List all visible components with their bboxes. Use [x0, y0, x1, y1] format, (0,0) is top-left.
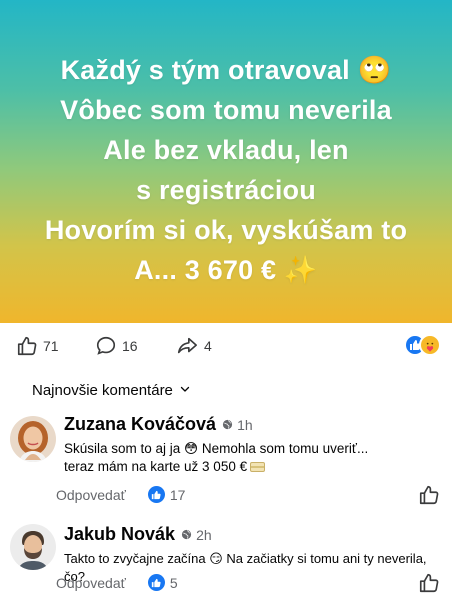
avatar[interactable] [10, 416, 56, 462]
comment-actions: Odpovedať 5 [56, 574, 178, 591]
post-line-2: Vôbec som tomu neverila [60, 95, 392, 125]
comment-bubble-icon [95, 335, 117, 357]
post-line-5: Hovorím si ok, vyskúšam to [44, 215, 408, 245]
comment-sort-dropdown[interactable]: Najnovšie komentáre [32, 382, 191, 399]
like-icon [147, 574, 165, 591]
comment-meta: 2h [181, 527, 212, 543]
comment-count: 16 [122, 338, 138, 354]
thumbs-up-icon [16, 335, 38, 357]
comment-like-button[interactable] [418, 484, 440, 511]
credit-card-icon [250, 462, 266, 472]
comment-likes[interactable]: 5 [147, 574, 178, 591]
comment-time[interactable]: 1h [237, 417, 253, 433]
comment-actions: Odpovedať 17 [56, 486, 185, 503]
post-action-bar: 71 16 4 [0, 323, 452, 371]
comment-text: Skúsila som to aj ja 😳 Nemohla som tomu … [64, 440, 444, 476]
comment-button[interactable]: 16 [95, 335, 138, 357]
reply-button[interactable]: Odpovedať [56, 487, 126, 503]
like-button[interactable]: 71 [16, 335, 59, 357]
comment-text-line-2: teraz mám na karte už 3 050 € [64, 458, 444, 476]
post-line-3: Ale bez vkladu, len [103, 135, 349, 165]
comment-like-count: 5 [169, 574, 178, 591]
comment-author: Zuzana Kováčová 1h [64, 414, 253, 435]
post-image[interactable]: Každý s tým otravoval 🙄 Vôbec som tomu n… [0, 0, 452, 323]
comment-meta: 1h [222, 417, 253, 433]
post-line-1: Každý s tým otravoval 🙄 [60, 55, 392, 85]
post-text: Každý s tým otravoval 🙄 Vôbec som tomu n… [0, 50, 452, 290]
like-icon [147, 486, 165, 503]
comment-like-count: 17 [169, 486, 186, 503]
comment-likes[interactable]: 17 [147, 486, 186, 503]
comment-author-name[interactable]: Jakub Novák [64, 524, 175, 545]
post-line-6: A... 3 670 € ✨ [134, 255, 318, 285]
reply-button[interactable]: Odpovedať [56, 575, 126, 591]
avatar[interactable] [10, 524, 56, 570]
comment-author: Jakub Novák 2h [64, 524, 212, 545]
globe-icon [181, 527, 192, 543]
reaction-summary[interactable] [404, 334, 444, 358]
chevron-down-icon [179, 382, 191, 399]
thumbs-up-icon [418, 573, 440, 598]
share-button[interactable]: 4 [175, 335, 212, 357]
post-line-4: s registráciou [136, 175, 316, 205]
share-count: 4 [204, 338, 212, 354]
comment-like-button[interactable] [418, 572, 440, 599]
care-icon [419, 334, 441, 356]
thumbs-up-icon [418, 485, 440, 510]
comment-author-name[interactable]: Zuzana Kováčová [64, 414, 216, 435]
comment-text-line: Skúsila som to aj ja 😳 Nemohla som tomu … [64, 441, 369, 456]
comment-text-line: teraz mám na karte už 3 050 € [64, 459, 248, 474]
globe-icon [222, 417, 233, 433]
like-count: 71 [43, 338, 59, 354]
share-arrow-icon [175, 335, 199, 357]
comment-time[interactable]: 2h [196, 527, 212, 543]
comment-sort-label: Najnovšie komentáre [32, 382, 173, 399]
